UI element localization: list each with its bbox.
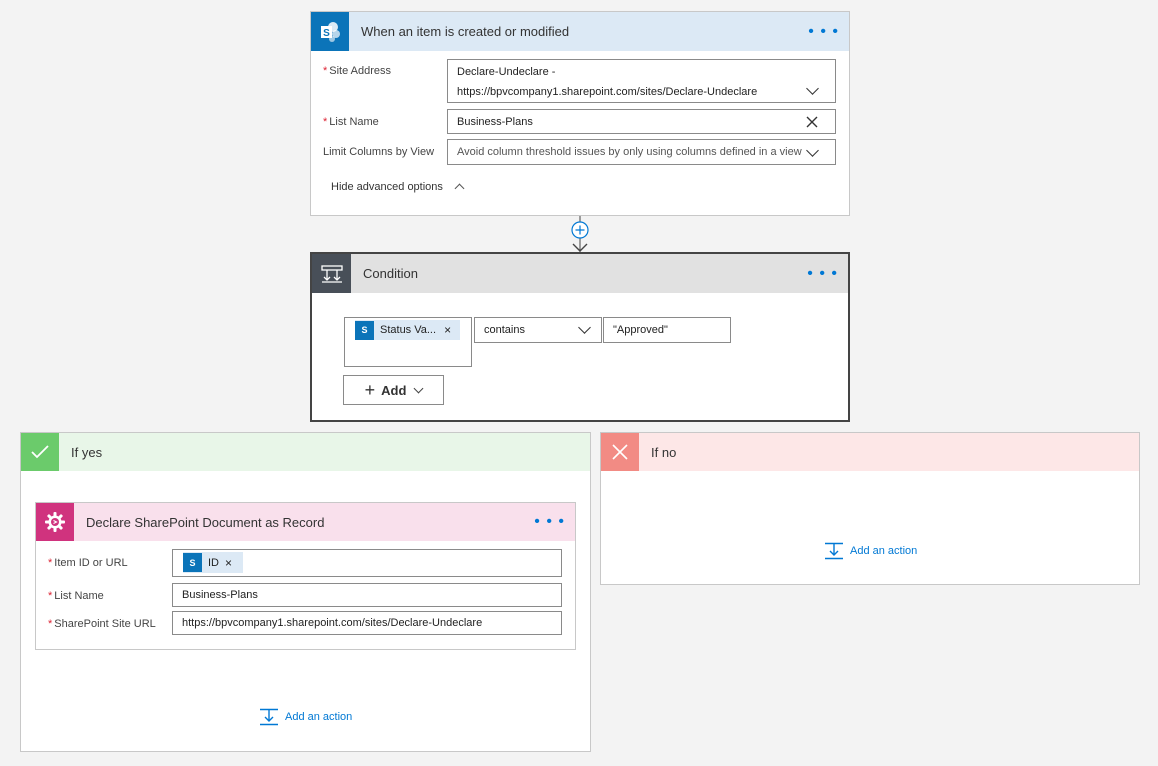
- limit-columns-value: Avoid column threshold issues by only us…: [457, 146, 802, 158]
- trigger-title: When an item is created or modified: [361, 24, 570, 39]
- chevron-down-icon[interactable]: [806, 144, 819, 157]
- status-value-token[interactable]: S Status Va... ×: [355, 320, 460, 340]
- condition-add-button[interactable]: + Add: [343, 375, 444, 405]
- list-name-value: Business-Plans: [457, 116, 533, 128]
- condition-header[interactable]: Condition • • •: [312, 254, 848, 293]
- if-yes-add-action[interactable]: Add an action: [259, 708, 352, 726]
- condition-right-operand[interactable]: "Approved": [603, 317, 731, 343]
- declare-record-action-card: Declare SharePoint Document as Record • …: [35, 502, 576, 650]
- condition-card: Condition • • • S Status Va... × contain…: [310, 252, 850, 422]
- site-address-line2: https://bpvcompany1.sharepoint.com/sites…: [457, 86, 758, 98]
- remove-token-icon[interactable]: ×: [225, 556, 232, 570]
- item-id-label: * Item ID or URL: [48, 557, 128, 569]
- if-no-add-action[interactable]: Add an action: [824, 542, 917, 560]
- check-icon: [21, 433, 59, 471]
- id-token-label: ID: [208, 556, 219, 569]
- action-list-name-label: * List Name: [48, 590, 104, 602]
- svg-text:S: S: [323, 28, 330, 39]
- if-no-title: If no: [651, 444, 677, 460]
- add-action-icon: [825, 542, 843, 560]
- sharepoint-icon: S: [311, 12, 349, 51]
- sharepoint-icon: S: [355, 320, 374, 340]
- if-yes-title: If yes: [71, 444, 103, 460]
- chevron-down-icon: [413, 383, 424, 393]
- add-action-label: Add an action: [285, 711, 353, 723]
- list-name-label: * List Name: [323, 116, 379, 128]
- limit-columns-dropdown[interactable]: Avoid column threshold issues by only us…: [447, 139, 836, 165]
- declare-record-header[interactable]: Declare SharePoint Document as Record • …: [36, 503, 575, 541]
- if-yes-branch: If yes Declare SharePoint Document as Re: [20, 432, 591, 752]
- site-url-field[interactable]: https://bpvcompany1.sharepoint.com/sites…: [172, 611, 562, 635]
- declare-record-title: Declare SharePoint Document as Record: [86, 514, 325, 530]
- site-address-label: * Site Address: [323, 65, 392, 77]
- condition-operator-dropdown[interactable]: contains: [474, 317, 602, 343]
- hide-advanced-options[interactable]: Hide advanced options: [331, 181, 465, 194]
- chevron-up-icon: [454, 183, 465, 194]
- condition-left-operand[interactable]: S Status Va... ×: [344, 317, 472, 367]
- condition-value: "Approved": [613, 324, 668, 336]
- if-no-branch: If no Add an action: [600, 432, 1140, 585]
- declare-record-more-options[interactable]: • • •: [534, 514, 565, 530]
- operator-value: contains: [484, 324, 525, 336]
- sharepoint-icon: S: [183, 553, 202, 572]
- chevron-down-icon[interactable]: [578, 321, 591, 334]
- add-action-label: Add an action: [850, 545, 918, 557]
- if-no-header: If no: [601, 433, 1139, 471]
- site-url-label: * SharePoint Site URL: [48, 618, 156, 630]
- if-yes-header: If yes: [21, 433, 590, 471]
- trigger-more-options[interactable]: • • •: [808, 23, 839, 39]
- site-address-line1: Declare-Undeclare -: [457, 66, 556, 78]
- action-list-name-value: Business-Plans: [182, 589, 258, 601]
- clear-icon[interactable]: [806, 116, 818, 128]
- limit-columns-label: Limit Columns by View: [323, 146, 435, 158]
- action-list-name-field[interactable]: Business-Plans: [172, 583, 562, 607]
- trigger-card: S When an item is created or modified • …: [310, 11, 850, 216]
- site-address-dropdown[interactable]: Declare-Undeclare - https://bpvcompany1.…: [447, 59, 836, 103]
- site-url-value: https://bpvcompany1.sharepoint.com/sites…: [182, 617, 483, 629]
- chevron-down-icon[interactable]: [806, 82, 819, 95]
- plus-icon: +: [364, 380, 376, 400]
- insert-step-plus-icon[interactable]: [570, 220, 590, 240]
- add-action-icon: [260, 708, 278, 726]
- gear-icon: [36, 503, 74, 541]
- list-name-field[interactable]: Business-Plans: [447, 109, 836, 134]
- condition-icon: [312, 254, 351, 293]
- close-icon: [601, 433, 639, 471]
- condition-more-options[interactable]: • • •: [807, 265, 838, 281]
- status-token-label: Status Va...: [380, 324, 437, 336]
- item-id-field[interactable]: S ID ×: [172, 549, 562, 577]
- remove-token-icon[interactable]: ×: [444, 323, 451, 337]
- trigger-header[interactable]: S When an item is created or modified • …: [311, 12, 849, 51]
- add-label: Add: [381, 382, 407, 398]
- condition-title: Condition: [363, 266, 418, 281]
- id-token[interactable]: S ID ×: [183, 552, 243, 573]
